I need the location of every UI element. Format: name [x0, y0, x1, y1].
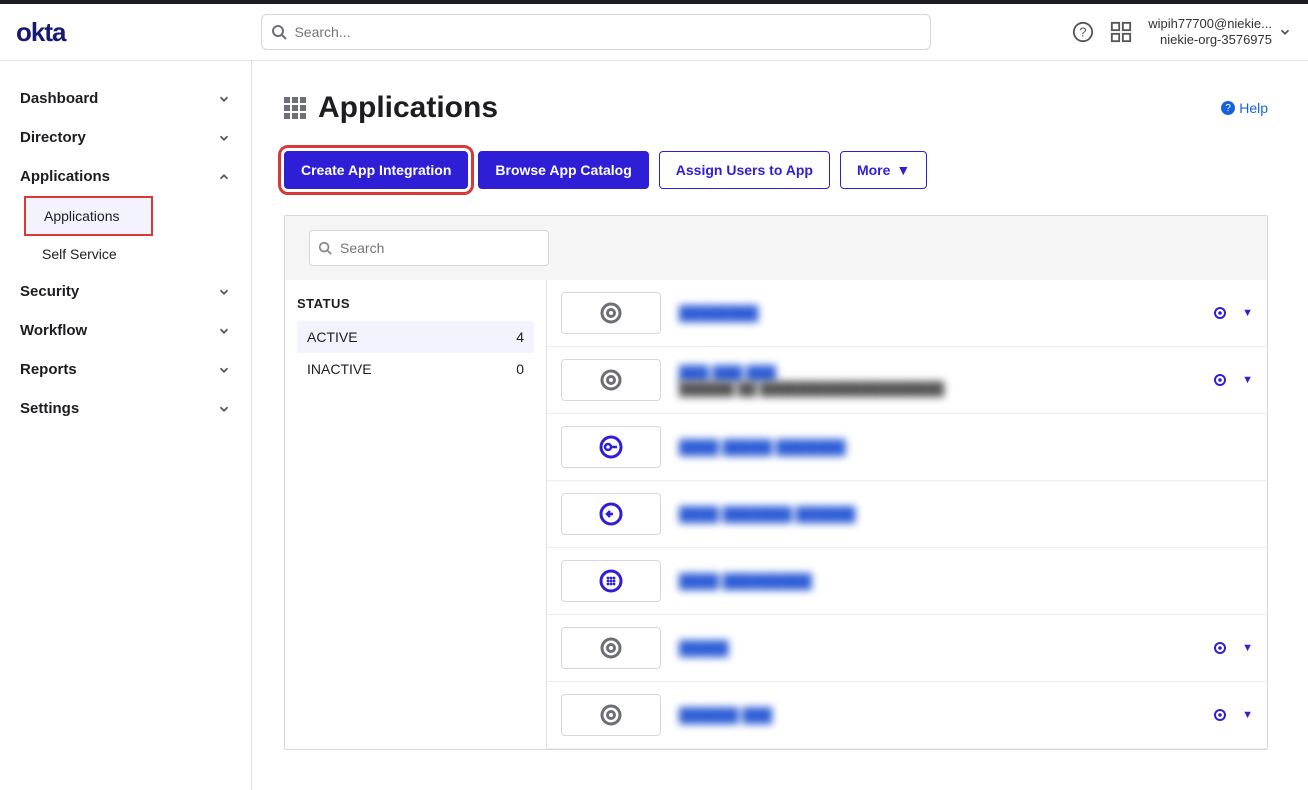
chevron-down-icon: [217, 92, 231, 106]
app-thumbnail: [561, 560, 661, 602]
page-title: Applications: [318, 91, 498, 125]
arrow-icon: [598, 501, 624, 527]
topbar: okta wipih77700@niekie... niekie-org-357…: [0, 4, 1308, 60]
chevron-up-icon: [217, 170, 231, 184]
app-name[interactable]: ███ ███ ███: [679, 365, 1194, 381]
sidebar-item-applications[interactable]: Applications: [0, 157, 251, 196]
user-email: wipih77700@niekie...: [1148, 16, 1272, 32]
help-link[interactable]: ? Help: [1221, 100, 1268, 116]
global-search-input[interactable]: [261, 14, 931, 50]
status-filter-active[interactable]: ACTIVE4: [297, 321, 534, 353]
main-content: Applications ? Help Create App Integrati…: [252, 61, 1292, 790]
gear-icon: [598, 635, 624, 661]
user-menu[interactable]: wipih77700@niekie... niekie-org-3576975: [1148, 16, 1292, 49]
app-row[interactable]: ████ █████ ███████: [547, 414, 1267, 481]
settings-icon[interactable]: [1212, 640, 1228, 656]
assign-users-to-app-button[interactable]: Assign Users to App: [659, 151, 830, 189]
sidebar-item-security[interactable]: Security: [0, 272, 251, 311]
settings-icon[interactable]: [1212, 305, 1228, 321]
sidebar-item-workflow[interactable]: Workflow: [0, 311, 251, 350]
sidebar-subitem-applications[interactable]: Applications: [24, 196, 153, 236]
chevron-down-icon: [217, 324, 231, 338]
sidebar-item-settings[interactable]: Settings: [0, 389, 251, 428]
app-name[interactable]: ████████: [679, 305, 1194, 321]
apps-search-input[interactable]: [309, 230, 549, 266]
status-heading: STATUS: [297, 296, 534, 311]
caret-down-icon[interactable]: ▼: [1242, 374, 1253, 386]
key-icon: [598, 434, 624, 460]
chevron-down-icon: [217, 131, 231, 145]
app-subtext: ██████ ██ ████████████████████: [679, 381, 1194, 396]
chevron-down-icon: [1278, 25, 1292, 39]
sidebar: DashboardDirectoryApplicationsApplicatio…: [0, 61, 252, 790]
app-row[interactable]: ████████ ▼: [547, 280, 1267, 347]
create-app-integration-button[interactable]: Create App Integration: [284, 151, 468, 189]
app-thumbnail: [561, 627, 661, 669]
app-row[interactable]: ████ █████████: [547, 548, 1267, 615]
app-name[interactable]: ██████ ███: [679, 707, 1194, 723]
settings-icon[interactable]: [1212, 707, 1228, 723]
more-button[interactable]: More ▼: [840, 151, 927, 189]
caret-down-icon: ▼: [896, 162, 910, 178]
caret-down-icon[interactable]: ▼: [1242, 642, 1253, 654]
sidebar-item-reports[interactable]: Reports: [0, 350, 251, 389]
apps-panel: STATUS ACTIVE4INACTIVE0 ████████ ▼ ███ █…: [284, 215, 1268, 750]
app-thumbnail: [561, 359, 661, 401]
settings-icon[interactable]: [1212, 372, 1228, 388]
app-row[interactable]: ██████ ███ ▼: [547, 682, 1267, 749]
app-row[interactable]: ███ ███ ███ ██████ ██ ██████████████████…: [547, 347, 1267, 414]
gear-icon: [598, 702, 624, 728]
browse-app-catalog-button[interactable]: Browse App Catalog: [478, 151, 648, 189]
caret-down-icon[interactable]: ▼: [1242, 307, 1253, 319]
app-row[interactable]: █████ ▼: [547, 615, 1267, 682]
app-thumbnail: [561, 426, 661, 468]
app-thumbnail: [561, 292, 661, 334]
chevron-down-icon: [217, 285, 231, 299]
search-icon: [318, 241, 332, 255]
app-thumbnail: [561, 493, 661, 535]
chevron-down-icon: [217, 363, 231, 377]
search-icon: [271, 24, 287, 40]
app-name[interactable]: ████ ███████ ██████: [679, 506, 1235, 522]
brand-logo[interactable]: okta: [16, 17, 65, 48]
applications-grid-icon: [284, 97, 306, 119]
app-name[interactable]: ████ █████████: [679, 573, 1235, 589]
gear-icon: [598, 367, 624, 393]
chevron-down-icon: [217, 402, 231, 416]
help-icon[interactable]: [1072, 21, 1094, 43]
help-badge-icon: ?: [1221, 101, 1235, 115]
app-thumbnail: [561, 694, 661, 736]
status-filter-inactive[interactable]: INACTIVE0: [297, 353, 534, 385]
app-name[interactable]: █████: [679, 640, 1194, 656]
gear-icon: [598, 300, 624, 326]
sidebar-item-dashboard[interactable]: Dashboard: [0, 79, 251, 118]
org-name: niekie-org-3576975: [1148, 32, 1272, 48]
app-name[interactable]: ████ █████ ███████: [679, 439, 1235, 455]
grid-icon: [598, 568, 624, 594]
apps-grid-icon[interactable]: [1110, 21, 1132, 43]
caret-down-icon[interactable]: ▼: [1242, 709, 1253, 721]
sidebar-subitem-self-service[interactable]: Self Service: [24, 236, 251, 272]
app-row[interactable]: ████ ███████ ██████: [547, 481, 1267, 548]
sidebar-item-directory[interactable]: Directory: [0, 118, 251, 157]
